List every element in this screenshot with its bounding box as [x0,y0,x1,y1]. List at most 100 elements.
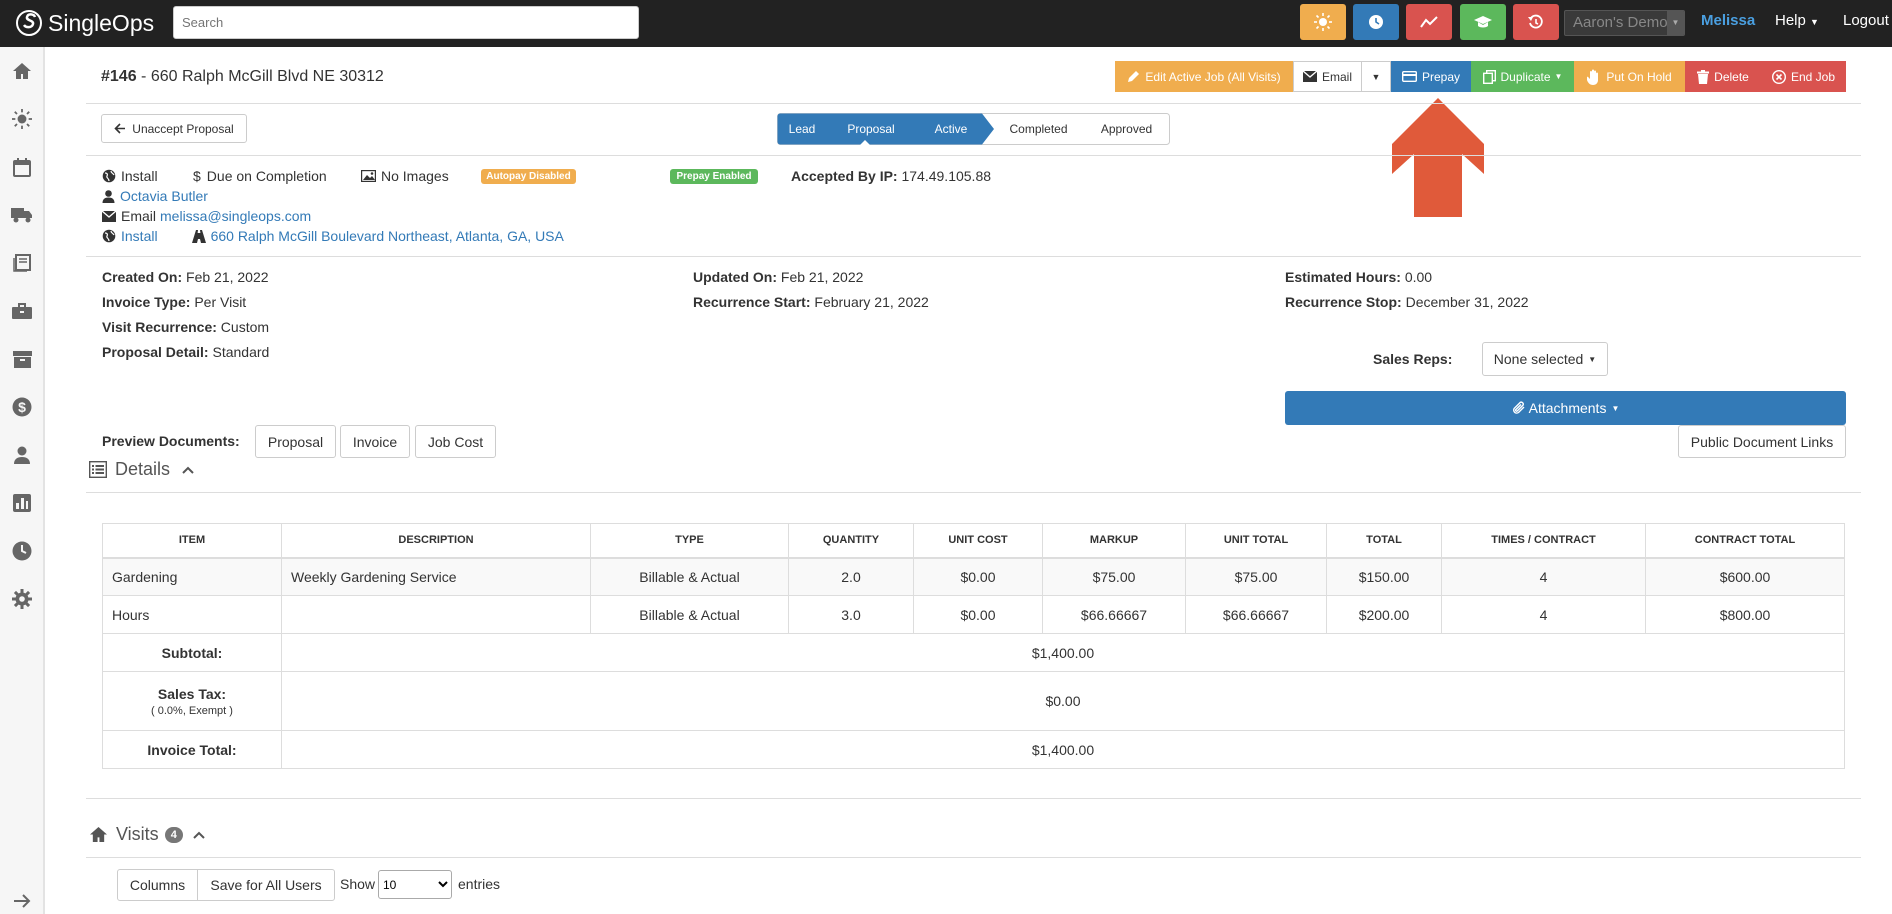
cell-item: Hours [102,595,282,634]
sidebar-item-calendar[interactable] [11,156,33,178]
email-dropdown-toggle[interactable]: ▼ [1361,61,1391,92]
subtotal-value: $1,400.00 [281,633,1845,672]
help-menu-label: Help [1775,12,1806,29]
caret-down-icon: ▼ [1810,17,1819,27]
columns-button[interactable]: Columns [117,869,198,901]
details-section-header[interactable]: Details [89,459,202,480]
gear-icon [12,589,32,609]
recurrence-stop: Recurrence Stop: December 31, 2022 [1285,294,1529,310]
delete-button[interactable]: Delete [1685,61,1761,92]
save-for-all-users-button[interactable]: Save for All Users [197,869,335,901]
subtotal-row: Subtotal: $1,400.00 [102,633,1845,672]
caret-down-icon: ▼ [1371,71,1381,82]
pencil-icon [1128,71,1140,82]
preview-proposal-button[interactable]: Proposal [255,425,336,458]
public-document-links-button[interactable]: Public Document Links [1678,425,1846,458]
full-address-link[interactable]: 660 Ralph McGill Boulevard Northeast, At… [211,228,564,244]
updated-on-label: Updated On: [693,269,777,285]
user-menu[interactable]: Melissa [1701,12,1755,29]
history-quick-button[interactable] [1513,4,1559,40]
home-icon [90,826,107,843]
sidebar-item-archive[interactable] [11,348,33,370]
sales-reps-value: None selected [1493,351,1584,367]
unaccept-proposal-button[interactable]: Unaccept Proposal [101,114,247,143]
preview-job-cost-button[interactable]: Job Cost [415,425,496,458]
visits-section-header[interactable]: Visits 4 [89,824,213,845]
invoice-type-value: Per Visit [194,294,247,310]
contact-name-link[interactable]: Octavia Butler [120,188,208,204]
step-approved[interactable]: Approved [1083,113,1170,145]
sidebar-item-billing[interactable]: $ [11,396,33,418]
step-proposal[interactable]: Proposal [827,113,915,145]
briefcase-icon [12,302,32,319]
recurrence-start-value: February 21, 2022 [814,294,929,310]
column-header: TOTAL [1326,523,1442,559]
sales-reps-select[interactable]: None selected ▼ [1482,342,1608,376]
divider [86,492,1861,493]
subtotal-label: Subtotal: [102,633,282,672]
weather-quick-button[interactable] [1300,4,1346,40]
contact: Octavia Butler [102,188,208,204]
step-active[interactable]: Active [915,113,987,145]
column-header: UNIT COST [913,523,1043,559]
reports-quick-button[interactable] [1406,4,1452,40]
prepay-button[interactable]: Prepay [1391,61,1471,92]
envelope-icon [102,210,116,222]
caret-down-icon: ▼ [1554,72,1563,81]
details-table-header: ITEM DESCRIPTION TYPE QUANTITY UNIT COST… [102,523,1845,559]
attachments-button[interactable]: Attachments ▼ [1285,391,1846,425]
cell-total: $150.00 [1326,557,1442,596]
sidebar-expand[interactable] [11,890,33,912]
sales-tax-row: Sales Tax: ( 0.0%, Exempt ) $0.00 [102,671,1845,731]
invoice-total-row: Invoice Total: $1,400.00 [102,730,1845,769]
sidebar-item-weather[interactable] [11,108,33,130]
clock-icon [12,541,32,561]
table-row[interactable]: Gardening Weekly Gardening Service Billa… [102,557,1845,596]
end-job-button[interactable]: End Job [1761,61,1846,92]
sidebar-item-catalog[interactable] [11,252,33,274]
put-on-hold-button[interactable]: Put On Hold [1574,61,1685,92]
sidebar-item-home[interactable] [11,60,33,82]
step-completed[interactable]: Completed [994,113,1083,145]
app-logo[interactable]: SingleOps [16,8,154,38]
table-row[interactable]: Hours Billable & Actual 3.0 $0.00 $66.66… [102,595,1845,634]
road-icon [191,229,206,243]
duplicate-button[interactable]: Duplicate ▼ [1471,61,1574,92]
estimated-hours: Estimated Hours: 0.00 [1285,269,1432,285]
training-quick-button[interactable] [1460,4,1506,40]
invoice-total-value: $1,400.00 [281,730,1845,769]
invoice-type-label: Invoice Type: [102,294,191,310]
sidebar-item-settings[interactable] [11,588,33,610]
timesheet-quick-button[interactable] [1353,4,1399,40]
sidebar-item-customers[interactable] [11,444,33,466]
annotation-arrow-icon [1392,98,1484,217]
search-input[interactable] [173,6,639,39]
brand-name: SingleOps [48,9,155,36]
images-info: No Images [361,168,449,184]
put-on-hold-label: Put On Hold [1606,69,1672,84]
sidebar-item-fleet[interactable] [11,204,33,226]
edit-active-job-button[interactable]: Edit Active Job (All Visits) [1115,61,1293,92]
entries-select[interactable]: 10 [378,870,452,899]
email-button[interactable]: Email [1293,61,1361,92]
sidebar-item-reports[interactable] [11,492,33,514]
sidebar-item-jobs[interactable] [11,300,33,322]
location-type-link[interactable]: Install [121,228,158,244]
sidebar-item-timesheets[interactable] [11,540,33,562]
edit-active-job-label: Edit Active Job (All Visits) [1145,69,1281,84]
cell-total: $200.00 [1326,595,1442,634]
singleops-logo-icon [16,10,42,36]
email-link[interactable]: melissa@singleops.com [160,208,311,224]
help-menu[interactable]: Help ▼ [1775,12,1819,29]
sales-reps-label: Sales Reps: [1373,351,1453,367]
duplicate-label: Duplicate [1500,69,1551,84]
preview-invoice-button[interactable]: Invoice [340,425,410,458]
step-lead[interactable]: Lead [777,113,827,145]
logout-link[interactable]: Logout [1843,12,1889,29]
clock-icon [1369,15,1383,29]
chevron-up-icon [182,466,194,474]
recurrence-stop-value: December 31, 2022 [1405,294,1529,310]
sales-tax-value: $0.00 [281,671,1845,731]
cell-unit-total: $75.00 [1185,557,1327,596]
account-select[interactable]: Aaron's Demo ▼ [1564,10,1685,36]
